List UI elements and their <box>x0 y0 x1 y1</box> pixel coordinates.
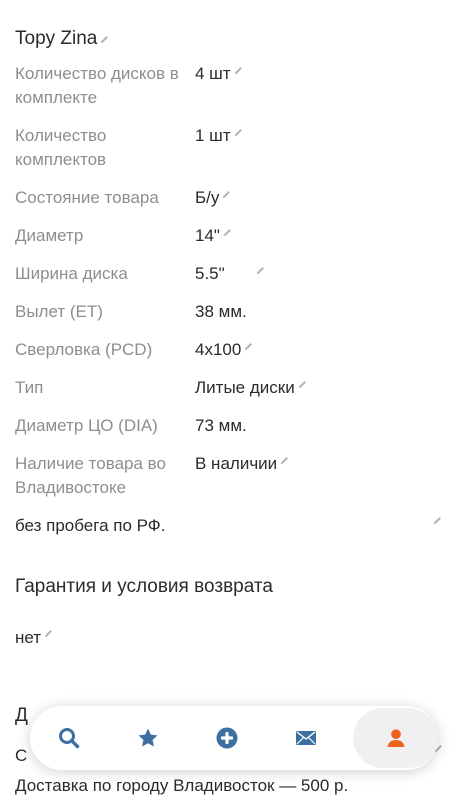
spec-value-row: 4x100 <box>195 338 254 362</box>
spec-value: 5.5" <box>195 264 225 283</box>
edit-pencil-icon[interactable] <box>233 65 244 76</box>
search-icon <box>59 728 80 749</box>
spec-label: Вылет (ET) <box>15 302 103 321</box>
warranty-value-row: нет <box>15 628 54 648</box>
spec-row: Состояние товара Б/у <box>15 186 455 210</box>
spec-row: Ширина диска 5.5" <box>15 262 455 286</box>
spec-label: Тип <box>15 378 44 397</box>
spec-label: Наличие товара во Владивостоке <box>15 454 166 497</box>
spec-label: Количество комплектов <box>15 126 107 169</box>
delivery-city-price: Доставка по городу Владивосток — 500 р. <box>15 776 349 795</box>
plus-circle-icon <box>216 727 238 749</box>
spec-value: 4x100 <box>195 340 242 359</box>
spec-row: Тип Литые диски <box>15 376 455 400</box>
edit-pencil-icon[interactable] <box>297 379 308 390</box>
spec-value-row: 1 шт <box>195 124 244 172</box>
spec-list: Количество дисков в комплекте 4 шт Колич… <box>15 62 455 514</box>
spec-value-row: 38 мм. <box>195 300 247 324</box>
spec-value: 73 мм. <box>195 416 247 435</box>
spec-value: 38 мм. <box>195 302 247 321</box>
spec-value-row: В наличии <box>195 452 290 500</box>
spec-value: 1 шт <box>195 126 231 145</box>
edit-pencil-icon[interactable] <box>222 227 233 238</box>
delivery-section-title: Д <box>15 705 28 726</box>
spec-row: Количество дисков в комплекте 4 шт <box>15 62 455 110</box>
tab-profile[interactable] <box>353 708 438 768</box>
spec-row: Сверловка (PCD) 4x100 <box>15 338 455 362</box>
edit-pencil-icon[interactable] <box>221 189 232 200</box>
spec-value-row: Литые диски <box>195 376 308 400</box>
tab-messages[interactable] <box>266 706 345 770</box>
spec-label: Ширина диска <box>15 264 128 283</box>
spec-label: Состояние товара <box>15 188 159 207</box>
envelope-icon <box>295 731 316 745</box>
delivery-line: С <box>15 746 28 765</box>
edit-pencil-icon[interactable] <box>279 455 290 466</box>
edit-pencil-icon[interactable] <box>255 265 266 276</box>
bottom-tab-bar <box>30 706 438 770</box>
spec-value: 14" <box>195 226 220 245</box>
warranty-value: нет <box>15 628 42 647</box>
product-title-row: Topy Zina <box>15 28 110 50</box>
spec-row: Вылет (ET) 38 мм. <box>15 300 455 324</box>
edit-pencil-icon[interactable] <box>432 515 443 526</box>
spec-label: Количество дисков в комплекте <box>15 64 179 107</box>
warranty-section-title: Гарантия и условия возврата <box>15 576 273 597</box>
user-icon <box>387 729 405 747</box>
spec-value: Б/у <box>195 188 220 207</box>
product-title: Topy Zina <box>15 28 98 49</box>
spec-label: Сверловка (PCD) <box>15 340 153 359</box>
spec-value-row: 5.5" <box>195 262 266 286</box>
star-icon <box>138 728 158 747</box>
spec-value: 4 шт <box>195 64 231 83</box>
spec-value: В наличии <box>195 454 278 473</box>
tab-search[interactable] <box>30 706 109 770</box>
spec-label: Диаметр <box>15 226 84 245</box>
spec-value-row: 73 мм. <box>195 414 247 438</box>
spec-row: Диаметр 14" <box>15 224 455 248</box>
tab-favorites[interactable] <box>109 706 188 770</box>
spec-value-row: 14" <box>195 224 233 248</box>
edit-pencil-icon[interactable] <box>243 341 254 352</box>
spec-value-row: Б/у <box>195 186 232 210</box>
spec-row: Наличие товара во Владивостоке В наличии <box>15 452 455 500</box>
product-details-page: Topy Zina Количество дисков в комплекте … <box>0 0 466 800</box>
tab-add[interactable] <box>188 706 267 770</box>
spec-value: Литые диски <box>195 378 295 397</box>
spec-label: Диаметр ЦО (DIA) <box>15 416 158 435</box>
product-description: без пробега по РФ. <box>15 516 166 535</box>
edit-pencil-icon[interactable] <box>43 628 54 639</box>
edit-pencil-icon[interactable] <box>233 127 244 138</box>
spec-row: Количество комплектов 1 шт <box>15 124 455 172</box>
spec-value-row: 4 шт <box>195 62 244 110</box>
spec-row: Диаметр ЦО (DIA) 73 мм. <box>15 414 455 438</box>
edit-pencil-icon[interactable] <box>99 34 110 45</box>
